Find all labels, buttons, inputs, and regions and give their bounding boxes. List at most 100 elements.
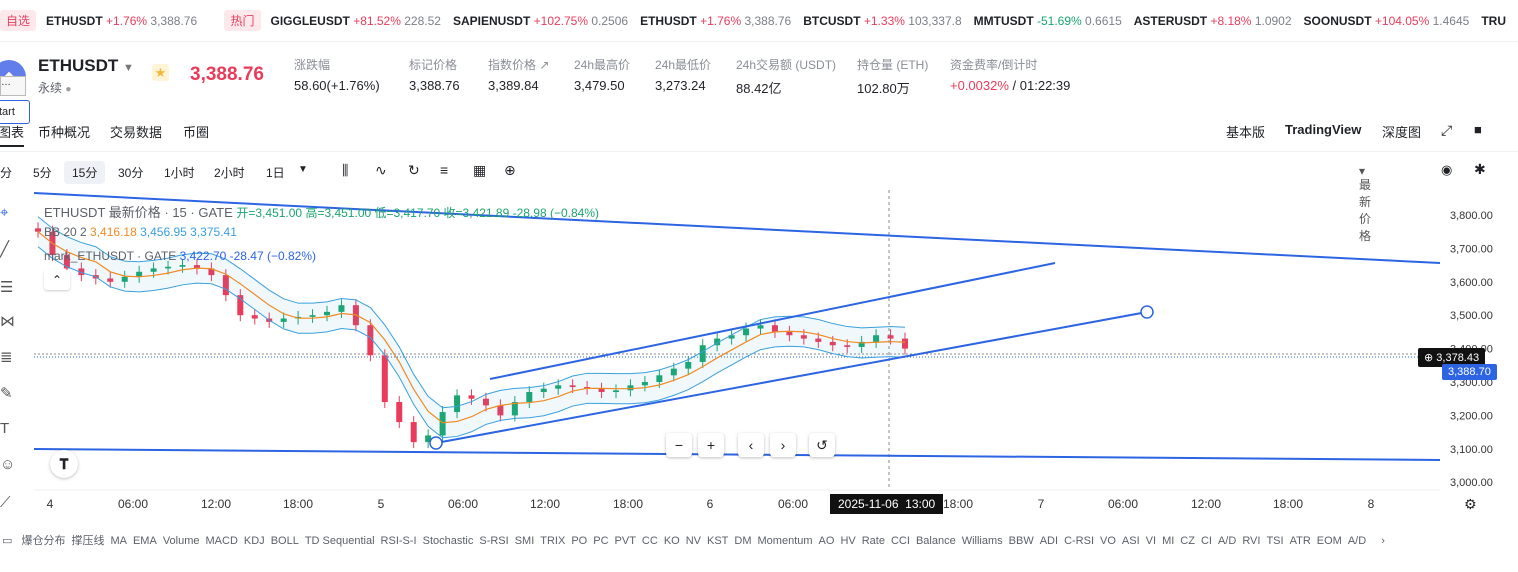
indicator-item[interactable]: EOM bbox=[1317, 535, 1342, 547]
ticker-item[interactable]: GIGGLEUSDT +81.52% 228.52 bbox=[271, 14, 441, 28]
trendline-channel-upper bbox=[489, 262, 1056, 380]
indicator-item[interactable]: KDJ bbox=[244, 535, 265, 547]
scroll-left-button[interactable]: ‹ bbox=[738, 433, 764, 457]
zoom-in-button[interactable]: + bbox=[698, 433, 724, 457]
stat-index-price[interactable]: 指数价格 ↗ 3,389.84 bbox=[488, 56, 549, 93]
ticker-item[interactable]: MMTUSDT -51.69% 0.6615 bbox=[974, 14, 1122, 28]
indicator-item[interactable]: MA bbox=[110, 535, 127, 547]
indicator-item[interactable]: RSI-S-I bbox=[381, 535, 417, 547]
replay-icon[interactable]: ↻ bbox=[408, 162, 420, 179]
info-icon[interactable]: ● bbox=[65, 84, 71, 95]
tab-community[interactable]: 币圈 bbox=[183, 122, 209, 141]
candle-type-icon[interactable]: ⫼ bbox=[342, 162, 348, 179]
price-type-select[interactable]: 最新价格 ▾ bbox=[1359, 164, 1371, 243]
indicator-item[interactable]: MACD bbox=[206, 535, 238, 547]
indicator-item[interactable]: CCI bbox=[891, 535, 910, 547]
layout-icon[interactable]: ▦ bbox=[473, 162, 486, 179]
ticker-item[interactable]: ETHUSDT +1.76% 3,388.76 bbox=[46, 14, 197, 28]
indicator-item[interactable]: S-RSI bbox=[479, 535, 508, 547]
indicator-item[interactable]: Rate bbox=[862, 535, 885, 547]
tf-30m[interactable]: 30分 bbox=[118, 164, 143, 181]
indicator-item[interactable]: A/D bbox=[1218, 535, 1236, 547]
tf-15m[interactable]: 15分 bbox=[64, 161, 106, 184]
tab-depth[interactable]: 深度图 bbox=[1382, 122, 1421, 141]
tab-basic[interactable]: 基本版 bbox=[1226, 122, 1265, 141]
tab-tradingview[interactable]: TradingView bbox=[1285, 122, 1361, 137]
indicator-item[interactable]: Stochastic bbox=[423, 535, 474, 547]
settings-gear-icon[interactable]: ✱ bbox=[1474, 161, 1486, 178]
indicator-item[interactable]: DM bbox=[734, 535, 751, 547]
indicator-item[interactable]: Williams bbox=[962, 535, 1003, 547]
indicator-item[interactable]: TSI bbox=[1266, 535, 1283, 547]
zoom-out-button[interactable]: − bbox=[666, 433, 692, 457]
indicator-item[interactable]: BBW bbox=[1009, 535, 1034, 547]
hot-tag[interactable]: 热门 bbox=[224, 10, 261, 31]
legend-main: ETHUSDT 最新价格 · 15 · GATE 开=3,451.00 高=3,… bbox=[44, 205, 599, 220]
expand-icon[interactable]: ⤢ bbox=[1441, 122, 1452, 139]
tf-1h[interactable]: 1小时 bbox=[164, 164, 195, 181]
template-icon[interactable]: ≡ bbox=[440, 162, 448, 178]
add-icon[interactable]: ⊕ bbox=[504, 162, 516, 179]
fullscreen-icon[interactable]: ■ bbox=[1474, 122, 1482, 137]
indicator-item[interactable]: PO bbox=[571, 535, 587, 547]
tf-1d[interactable]: 1日 bbox=[266, 164, 285, 181]
ticker-item[interactable]: TRU bbox=[1481, 14, 1506, 28]
indicator-item[interactable]: VO bbox=[1100, 535, 1116, 547]
indicator-scroll-icon[interactable]: › bbox=[1381, 535, 1385, 547]
scroll-right-button[interactable]: › bbox=[770, 433, 796, 457]
indicator-item[interactable]: NV bbox=[686, 535, 701, 547]
indicator-item[interactable]: TD Sequential bbox=[305, 535, 375, 547]
indicator-item[interactable]: Momentum bbox=[758, 535, 813, 547]
indicator-item[interactable]: TRIX bbox=[540, 535, 565, 547]
indicator-item[interactable]: ASI bbox=[1122, 535, 1140, 547]
indicator-item[interactable]: 爆仓分布 bbox=[21, 535, 65, 547]
indicator-item[interactable]: PC bbox=[593, 535, 608, 547]
indicator-item[interactable]: AO bbox=[819, 535, 835, 547]
indicator-item[interactable]: Volume bbox=[163, 535, 200, 547]
favorites-tag[interactable]: 自选 bbox=[0, 10, 37, 31]
indicator-menu-icon[interactable]: ▭ bbox=[2, 535, 12, 547]
tab-trade-data[interactable]: 交易数据 bbox=[110, 122, 162, 141]
indicator-item[interactable]: A/D bbox=[1348, 535, 1366, 547]
ticker-item[interactable]: BTCUSDT +1.33% 103,337.8 bbox=[803, 14, 961, 28]
tf-1m[interactable]: 分 bbox=[0, 164, 12, 181]
indicator-item[interactable]: VI bbox=[1146, 535, 1156, 547]
indicator-item[interactable]: KO bbox=[664, 535, 680, 547]
indicator-item[interactable]: RVI bbox=[1242, 535, 1260, 547]
indicator-item[interactable]: 撑压线 bbox=[71, 535, 104, 547]
mini-popup[interactable]: … bbox=[0, 76, 26, 96]
timeframe-dropdown-icon[interactable]: ▼ bbox=[298, 164, 308, 175]
indicators-icon[interactable]: ∿ bbox=[375, 162, 387, 179]
indicator-item[interactable]: MI bbox=[1162, 535, 1174, 547]
indicator-item[interactable]: C-RSI bbox=[1064, 535, 1094, 547]
indicator-item[interactable]: BOLL bbox=[271, 535, 299, 547]
tab-chart[interactable]: 图表 bbox=[0, 122, 25, 147]
symbol-selector[interactable]: ETHUSDT ▼ bbox=[38, 56, 134, 76]
price-chart[interactable]: 3,800.003,700.003,600.003,500.003,400.00… bbox=[0, 190, 1518, 520]
chart-settings-icon[interactable]: ⚙ bbox=[1464, 496, 1477, 513]
ticker-item[interactable]: SAPIENUSDT +102.75% 0.2506 bbox=[453, 14, 628, 28]
tf-5m[interactable]: 5分 bbox=[33, 164, 52, 181]
ticker-item[interactable]: SOONUSDT +104.05% 1.4645 bbox=[1304, 14, 1470, 28]
indicator-item[interactable]: SMI bbox=[515, 535, 535, 547]
indicator-item[interactable]: KST bbox=[707, 535, 728, 547]
favorite-star-icon[interactable]: ★ bbox=[152, 64, 169, 81]
reset-chart-button[interactable]: ↺ bbox=[809, 433, 835, 457]
indicator-item[interactable]: ADI bbox=[1040, 535, 1058, 547]
indicator-item[interactable]: CC bbox=[642, 535, 658, 547]
collapse-legend-icon[interactable]: ⌃ bbox=[44, 270, 70, 290]
indicator-item[interactable]: EMA bbox=[133, 535, 157, 547]
indicator-item[interactable]: PVT bbox=[615, 535, 636, 547]
indicator-item[interactable]: ATR bbox=[1290, 535, 1311, 547]
indicator-item[interactable]: Balance bbox=[916, 535, 956, 547]
indicator-item[interactable]: CZ bbox=[1180, 535, 1195, 547]
chart-canvas[interactable]: 3,800.003,700.003,600.003,500.003,400.00… bbox=[0, 190, 1518, 520]
indicator-item[interactable]: HV bbox=[840, 535, 855, 547]
ticker-item[interactable]: ETHUSDT +1.76% 3,388.76 bbox=[640, 14, 791, 28]
ticker-item[interactable]: ASTERUSDT +8.18% 1.0902 bbox=[1134, 14, 1292, 28]
indicator-item[interactable]: CI bbox=[1201, 535, 1212, 547]
tf-2h[interactable]: 2小时 bbox=[214, 164, 245, 181]
tradingview-logo-icon[interactable]: 𝐓 bbox=[50, 450, 78, 478]
tab-overview[interactable]: 币种概况 bbox=[38, 122, 90, 141]
camera-icon[interactable]: ◉ bbox=[1441, 162, 1452, 178]
